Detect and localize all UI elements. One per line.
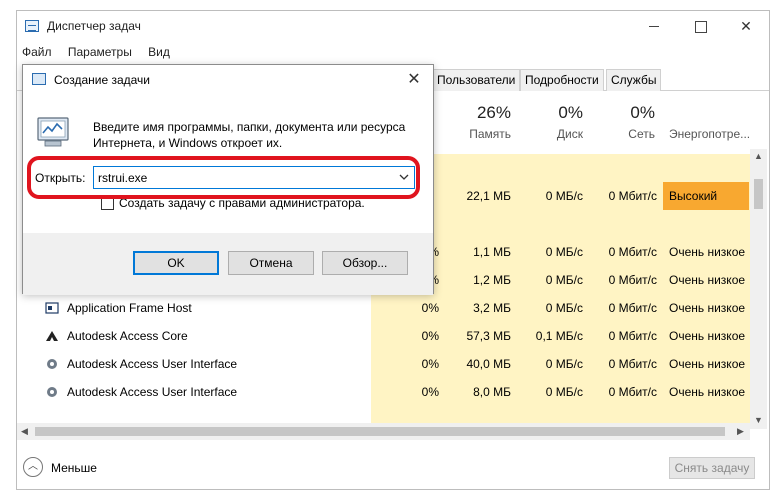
memory-value: 8,0 МБ — [473, 385, 511, 399]
dialog-button-bar: OK Отмена Обзор... — [23, 233, 433, 295]
network-value: 0 Мбит/с — [608, 189, 657, 203]
disk-value: 0 МБ/с — [545, 189, 583, 203]
disk-value: 0 МБ/с — [545, 357, 583, 371]
network-percent: 0% — [630, 103, 655, 122]
menu-view[interactable]: Вид — [148, 45, 170, 59]
dialog-title: Создание задачи — [54, 73, 150, 87]
close-icon[interactable]: ✕ — [723, 11, 769, 41]
column-disk[interactable]: 0% Диск — [527, 103, 583, 141]
window-title: Диспетчер задач — [47, 19, 141, 33]
vertical-scroll-thumb[interactable] — [754, 179, 763, 209]
energy-value: Высокий — [669, 189, 718, 203]
memory-value: 57,3 МБ — [466, 329, 511, 343]
chevron-up-icon: ︿ — [23, 457, 43, 477]
gear-icon — [47, 387, 57, 397]
title-bar: Диспетчер задач ✕ — [17, 11, 769, 41]
horizontal-scrollbar[interactable]: ◀ ▶ — [17, 423, 750, 440]
footer-bar: ︿ Меньше Снять задачу — [17, 451, 769, 491]
dialog-title-bar: Создание задачи ✕ — [23, 65, 433, 95]
table-row[interactable]: Application Frame Host 0% 3,2 МБ 0 МБ/с 0 Мб… — [17, 294, 750, 322]
disk-value: 0 МБ/с — [545, 385, 583, 399]
energy-value: Очень низкое — [669, 273, 746, 287]
network-label: Сеть — [628, 127, 655, 141]
process-name: Application Frame Host — [67, 301, 192, 315]
network-value: 0 Мбит/с — [608, 329, 657, 343]
energy-value: Очень низкое — [669, 329, 746, 343]
scroll-down-icon[interactable]: ▼ — [754, 415, 763, 425]
network-value: 0 Мбит/с — [608, 301, 657, 315]
memory-label: Память — [469, 127, 511, 141]
dialog-close-icon[interactable]: ✕ — [395, 65, 433, 95]
scroll-left-icon[interactable]: ◀ — [21, 426, 28, 437]
network-value: 0 Мбит/с — [608, 245, 657, 259]
table-row[interactable]: Autodesk Access User Interface 0% 8,0 МБ 0 … — [17, 378, 750, 406]
vertical-scrollbar[interactable]: ▲ ▼ — [750, 149, 767, 429]
cancel-button[interactable]: Отмена — [228, 251, 314, 275]
tab-services[interactable]: Службы — [606, 69, 662, 91]
process-name: Autodesk Access User Interface — [67, 357, 238, 371]
scroll-up-icon[interactable]: ▲ — [754, 151, 763, 161]
create-task-dialog: Создание задачи ✕ Введите имя программы,… — [22, 64, 434, 295]
ok-button[interactable]: OK — [133, 251, 219, 275]
browse-button[interactable]: Обзор... — [322, 251, 408, 275]
menu-options[interactable]: Параметры — [68, 45, 132, 59]
cpu-value: 0% — [421, 329, 439, 343]
memory-value: 3,2 МБ — [473, 301, 511, 315]
dialog-description: Введите имя программы, папки, документа … — [93, 120, 406, 150]
table-row[interactable]: Autodesk Access User Interface 0% 40,0 МБ 0… — [17, 350, 750, 378]
cpu-value: 0% — [421, 301, 439, 315]
run-program-icon — [37, 117, 69, 147]
memory-value: 1,2 МБ — [473, 273, 511, 287]
process-name: Autodesk Access User Interface — [67, 385, 238, 399]
network-value: 0 Мбит/с — [608, 273, 657, 287]
energy-value: Очень низкое — [669, 301, 746, 315]
menu-file[interactable]: Файл — [22, 45, 52, 59]
gear-icon — [47, 359, 57, 369]
column-memory[interactable]: 26% Память — [447, 103, 511, 141]
memory-value: 22,1 МБ — [466, 189, 511, 203]
disk-value: 0 МБ/с — [545, 301, 583, 315]
autodesk-icon — [46, 331, 58, 341]
cpu-value: 0% — [421, 357, 439, 371]
minimize-icon[interactable] — [631, 11, 677, 41]
maximize-icon[interactable] — [677, 11, 723, 41]
energy-value: Очень низкое — [669, 385, 746, 399]
tab-users[interactable]: Пользователи — [432, 69, 521, 91]
disk-value: 0 МБ/с — [545, 273, 583, 287]
less-details-label: Меньше — [51, 461, 97, 475]
tab-details[interactable]: Подробности — [520, 69, 604, 91]
app-window-icon — [45, 302, 59, 314]
energy-value: Очень низкое — [669, 357, 746, 371]
disk-value: 0,1 МБ/с — [535, 329, 583, 343]
memory-percent: 26% — [476, 103, 511, 122]
network-value: 0 Мбит/с — [608, 357, 657, 371]
energy-value: Очень низкое — [669, 245, 746, 259]
column-energy[interactable]: Энергопотре... — [669, 103, 753, 141]
memory-value: 40,0 МБ — [466, 357, 511, 371]
network-value: 0 Мбит/с — [608, 385, 657, 399]
end-task-button[interactable]: Снять задачу — [669, 457, 755, 479]
energy-percent — [669, 103, 753, 123]
run-dialog-icon — [32, 73, 46, 85]
disk-percent: 0% — [558, 103, 583, 122]
highlight-annotation — [27, 156, 420, 199]
memory-value: 1,1 МБ — [473, 245, 511, 259]
menu-bar: Файл Параметры Вид — [17, 45, 178, 65]
process-name: Autodesk Access Core — [67, 329, 188, 343]
disk-label: Диск — [556, 127, 583, 141]
disk-value: 0 МБ/с — [545, 245, 583, 259]
scroll-right-icon[interactable]: ▶ — [737, 426, 744, 437]
horizontal-scroll-thumb[interactable] — [35, 427, 725, 436]
cpu-value: 0% — [421, 385, 439, 399]
energy-label: Энергопотре... — [669, 127, 751, 141]
column-network[interactable]: 0% Сеть — [597, 103, 655, 141]
task-manager-icon — [25, 20, 39, 32]
table-row[interactable]: Autodesk Access Core 0% 57,3 МБ 0,1 МБ/с 0 М… — [17, 322, 750, 350]
